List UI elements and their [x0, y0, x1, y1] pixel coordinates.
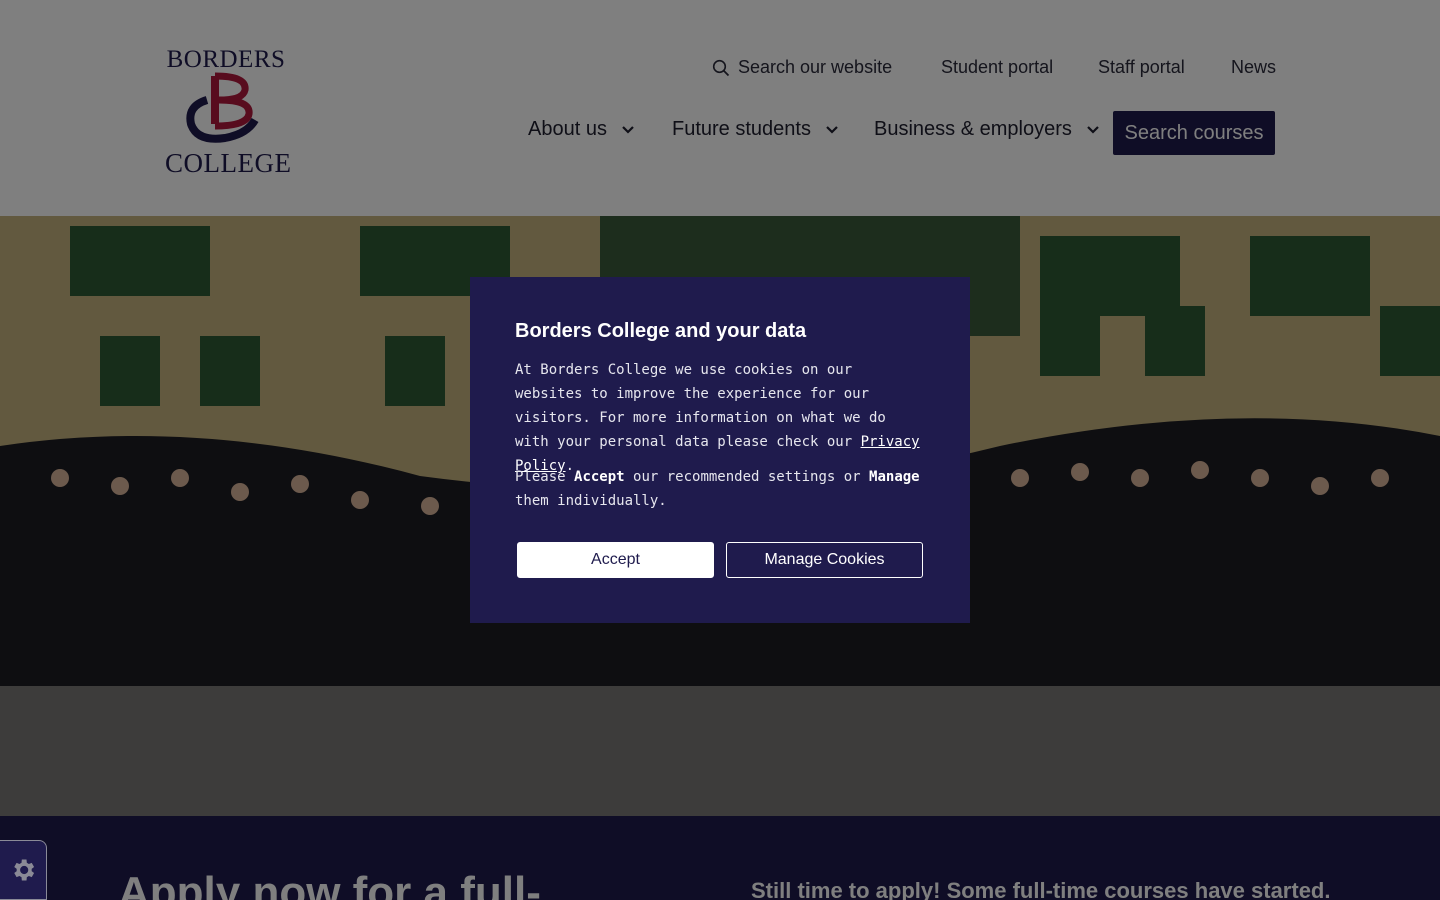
cookie-dialog-instructions: Please Accept our recommended settings o…	[515, 465, 925, 513]
instructions-prefix: Please	[515, 469, 575, 485]
instructions-middle: our recommended settings or	[624, 469, 870, 485]
accept-cookies-button[interactable]: Accept	[517, 542, 714, 578]
instructions-manage-word: Manage	[869, 469, 920, 485]
cookie-dialog-title: Borders College and your data	[515, 320, 807, 342]
cookie-body-text: At Borders College we use cookies on our…	[515, 362, 886, 450]
manage-cookies-button[interactable]: Manage Cookies	[726, 542, 923, 578]
instructions-accept-word: Accept	[574, 469, 625, 485]
cookie-consent-dialog: Borders College and your data At Borders…	[470, 277, 970, 623]
instructions-suffix: them individually.	[515, 493, 667, 509]
cookie-settings-tab[interactable]	[0, 840, 47, 900]
cookie-dialog-body: At Borders College we use cookies on our…	[515, 358, 925, 478]
gear-icon	[14, 859, 35, 881]
